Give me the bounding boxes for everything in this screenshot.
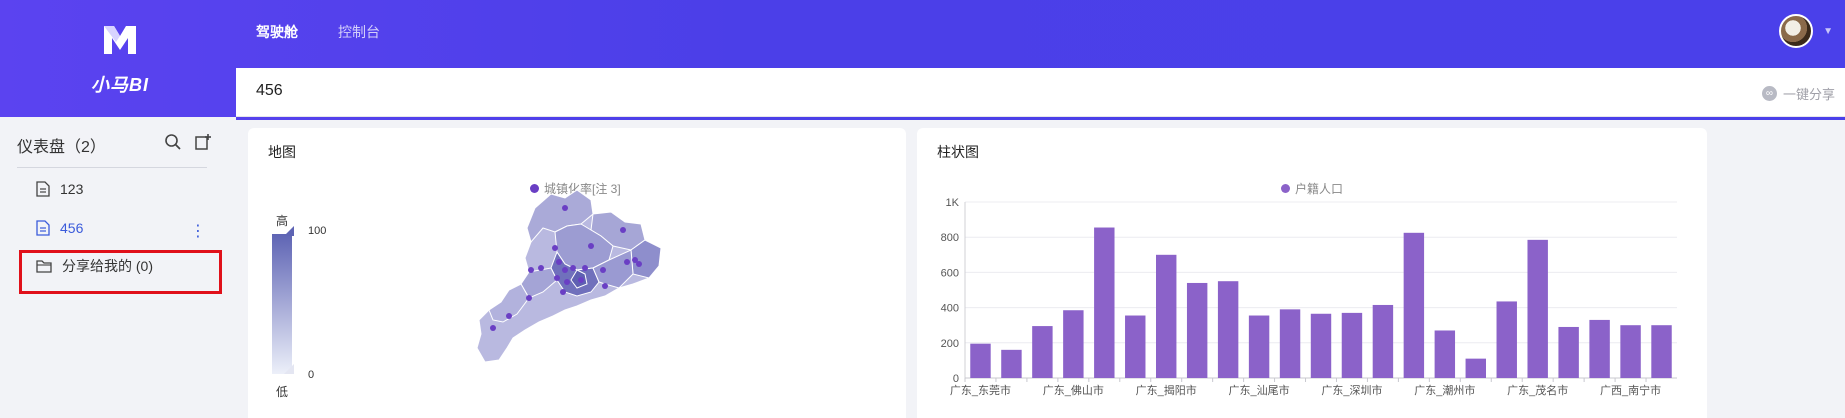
x-tick-label: 广东_潮州市 (1414, 383, 1475, 397)
bar[interactable] (1558, 326, 1579, 378)
highlight-annotation (19, 250, 222, 294)
user-avatar[interactable] (1779, 14, 1813, 48)
bar[interactable] (1001, 349, 1022, 378)
x-tick-label: 广东_茂名市 (1507, 383, 1568, 397)
y-tick-label: 600 (941, 267, 959, 279)
y-tick-label: 800 (941, 232, 959, 244)
bar-chart-card: 柱状图 户籍人口 0 200 400 600 800 1K 广东_东莞市 广东_佛山市 广东_揭… (917, 128, 1707, 418)
sidebar-title: 仪表盘（2） (17, 139, 106, 156)
dashboard-header: 456 ∞ 一键分享 (236, 68, 1845, 117)
bar[interactable] (1217, 281, 1239, 378)
visual-map-high: 高 (276, 213, 288, 228)
bar[interactable] (1620, 325, 1641, 378)
tab-cockpit[interactable]: 驾驶舱 (256, 22, 298, 42)
x-tick-label: 广西_南宁市 (1600, 383, 1661, 397)
bar[interactable] (1032, 326, 1053, 378)
visual-map-min: 0 (308, 369, 314, 381)
x-tick-label: 广东_汕尾市 (1229, 383, 1290, 397)
y-tick-label: 0 (953, 373, 959, 385)
share-label: 一键分享 (1782, 87, 1835, 102)
share-button[interactable]: ∞ 一键分享 (1761, 84, 1835, 103)
bar[interactable] (1125, 315, 1146, 378)
sidebar-header: 仪表盘（2） (17, 133, 212, 159)
x-tick-label: 广东_东莞市 (950, 383, 1011, 397)
top-nav: 驾驶舱 控制台 (256, 22, 380, 42)
visual-map-scale[interactable]: 高 低 100 0 (266, 212, 336, 402)
y-tick-label: 200 (941, 338, 959, 350)
document-icon (36, 220, 50, 236)
more-options-icon[interactable]: ⋮ (190, 221, 206, 241)
bar[interactable] (1527, 239, 1548, 378)
search-icon[interactable] (164, 133, 182, 151)
visual-map-max: 100 (308, 225, 326, 237)
sidebar-item-123[interactable]: 123 (36, 177, 83, 201)
bar[interactable] (1589, 319, 1610, 378)
bar[interactable] (970, 343, 991, 378)
document-icon (36, 181, 50, 197)
bar[interactable] (1248, 315, 1270, 378)
bar[interactable] (1094, 227, 1115, 378)
sidebar-item-label: 123 (60, 181, 84, 197)
bar[interactable] (1341, 312, 1363, 378)
province-map[interactable] (473, 188, 693, 368)
link-icon: ∞ (1761, 86, 1777, 101)
x-tick-label: 广东_深圳市 (1321, 383, 1382, 397)
brand-name: 小马BI (91, 75, 149, 95)
bar[interactable] (1310, 313, 1332, 378)
sidebar-item-label: 456 (60, 220, 84, 236)
bar-chart[interactable]: 0 200 400 600 800 1K 广东_东莞市 广东_佛山市 广东_揭阳市 广东_汕尾市 广… (917, 128, 1707, 418)
map-card-title: 地图 (268, 144, 296, 160)
bar[interactable] (1186, 282, 1208, 378)
y-tick-label: 1K (946, 197, 960, 209)
tab-console[interactable]: 控制台 (338, 22, 380, 42)
sidebar-item-456[interactable]: 456 (36, 216, 83, 240)
bar[interactable] (1156, 254, 1177, 378)
visual-map-low: 低 (276, 385, 288, 399)
bar[interactable] (1372, 304, 1394, 378)
logo-icon (104, 26, 136, 54)
bar[interactable] (1651, 325, 1672, 378)
add-dashboard-icon[interactable] (194, 133, 212, 151)
bar[interactable] (1403, 232, 1425, 378)
sidebar-divider (17, 167, 207, 168)
bar[interactable] (1063, 310, 1084, 378)
brand-logo[interactable]: 小马BI (70, 24, 170, 97)
x-tick-label: 广东_揭阳市 (1136, 383, 1197, 397)
x-tick-label: 广东_佛山市 (1043, 383, 1104, 397)
map-card: 地图 城镇化率[注 3] 高 低 100 0 (248, 128, 906, 418)
bar[interactable] (1434, 330, 1456, 378)
chevron-down-icon[interactable]: ▼ (1823, 26, 1833, 37)
y-tick-label: 400 (941, 303, 959, 315)
dashboard-title: 456 (256, 82, 283, 99)
bar[interactable] (1279, 309, 1301, 378)
bar[interactable] (1465, 358, 1486, 378)
bar[interactable] (1496, 301, 1517, 378)
